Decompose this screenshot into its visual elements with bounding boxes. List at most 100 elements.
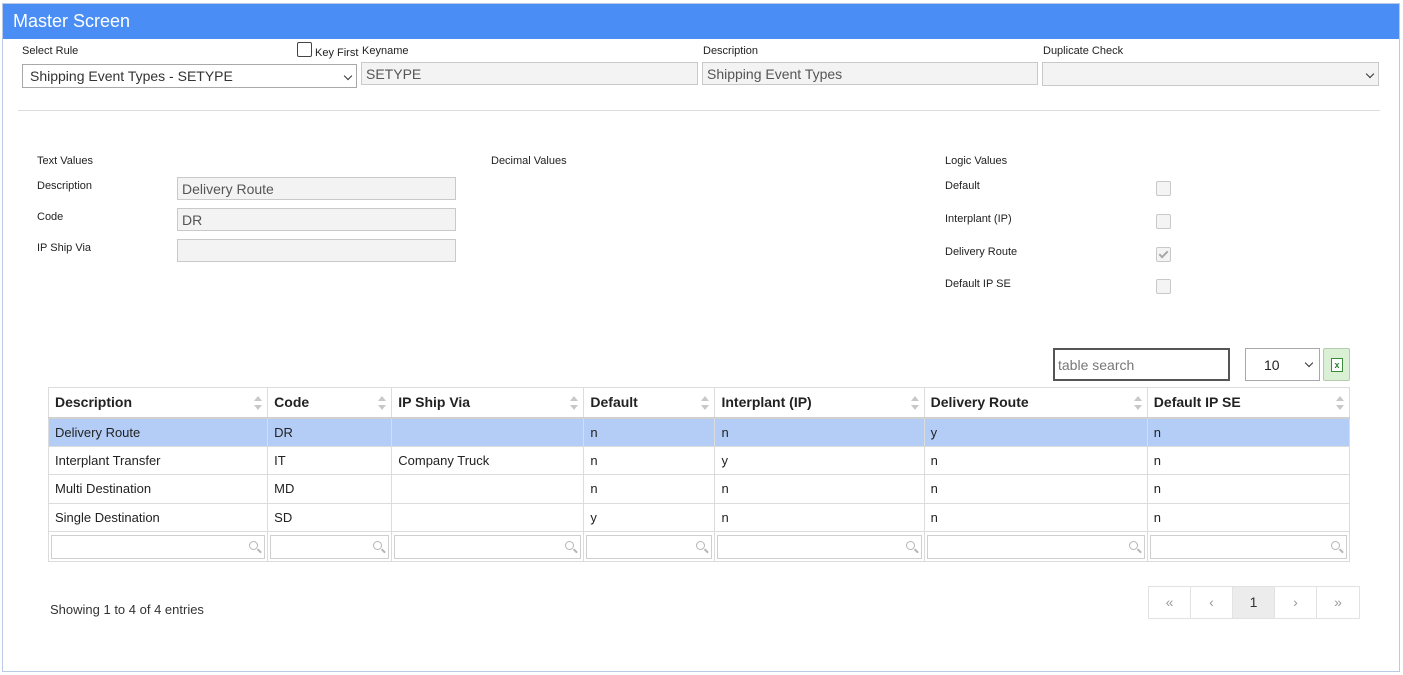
filter-ip-ship-via[interactable] <box>391 531 585 562</box>
table-cell: Interplant Transfer <box>47 445 269 475</box>
section-divider <box>18 110 1380 111</box>
page-length-value: 10 <box>1264 357 1280 373</box>
table-cell: y <box>923 417 1148 447</box>
column-header-code[interactable]: Code <box>267 387 393 419</box>
window-title: Master Screen <box>3 4 1399 39</box>
decimal-values-heading: Decimal Values <box>491 155 567 167</box>
table-header-row: Description Code IP Ship Via Default Int… <box>47 387 1351 419</box>
table-cell: Single Destination <box>47 502 269 532</box>
select-rule-dropdown[interactable]: Shipping Event Types - SETYPE <box>22 64 357 88</box>
chevron-down-icon <box>1365 69 1375 79</box>
text-description-field[interactable]: Delivery Route <box>177 177 456 200</box>
table-row[interactable]: Delivery Route DR n n y n <box>47 417 1351 447</box>
filter-default-ip-se[interactable] <box>1146 531 1351 562</box>
next-page-button[interactable]: › <box>1275 587 1317 618</box>
search-icon <box>373 540 383 550</box>
logic-delivery-route-checkbox[interactable] <box>1156 247 1171 262</box>
logic-default-ip-se-label: Default IP SE <box>945 278 1011 290</box>
description-field[interactable]: Shipping Event Types <box>702 62 1038 85</box>
key-first-checkbox[interactable] <box>297 42 312 57</box>
table-cell <box>391 502 585 532</box>
text-values-heading: Text Values <box>37 155 94 167</box>
text-ip-ship-via-field[interactable] <box>177 239 456 262</box>
table-cell <box>391 417 585 447</box>
excel-export-button[interactable]: x <box>1323 348 1350 381</box>
column-header-description[interactable]: Description <box>47 387 269 419</box>
keyname-label: Keyname <box>362 45 409 57</box>
table-cell: Multi Destination <box>47 474 269 504</box>
filter-delivery-route[interactable] <box>923 531 1148 562</box>
search-icon <box>905 540 915 550</box>
master-screen-window: Master Screen <box>2 3 1400 672</box>
table-cell: n <box>583 474 716 504</box>
column-header-interplant[interactable]: Interplant (IP) <box>714 387 925 419</box>
last-page-button[interactable]: » <box>1317 587 1359 618</box>
search-icon <box>249 540 259 550</box>
column-header-delivery-route[interactable]: Delivery Route <box>923 387 1148 419</box>
text-code-field[interactable]: DR <box>177 208 456 231</box>
duplicate-check-label: Duplicate Check <box>1043 45 1124 57</box>
select-rule-label: Select Rule <box>22 45 79 57</box>
table-cell: Company Truck <box>391 445 585 475</box>
filter-description[interactable] <box>47 531 269 562</box>
column-header-default[interactable]: Default <box>583 387 716 419</box>
logic-default-ip-se-checkbox[interactable] <box>1156 279 1171 294</box>
table-cell: MD <box>267 474 393 504</box>
duplicate-check-dropdown[interactable] <box>1042 62 1379 86</box>
table-info: Showing 1 to 4 of 4 entries <box>50 602 204 617</box>
table-cell: n <box>583 417 716 447</box>
sort-icon <box>254 396 263 410</box>
filter-default[interactable] <box>583 531 716 562</box>
table-row[interactable]: Interplant Transfer IT Company Truck n y… <box>47 445 1351 475</box>
data-table: Description Code IP Ship Via Default Int… <box>47 387 1351 562</box>
logic-delivery-route-label: Delivery Route <box>945 246 1018 258</box>
logic-default-checkbox[interactable] <box>1156 181 1171 196</box>
table-cell: y <box>714 445 925 475</box>
filter-interplant[interactable] <box>714 531 925 562</box>
table-cell: n <box>714 474 925 504</box>
table-row[interactable]: Multi Destination MD n n n n <box>47 474 1351 504</box>
table-cell: n <box>1146 474 1351 504</box>
excel-export-icon: x <box>1331 358 1343 372</box>
logic-values-heading: Logic Values <box>945 155 1008 167</box>
description-label: Description <box>703 45 759 57</box>
search-icon <box>565 540 575 550</box>
table-cell: n <box>714 417 925 447</box>
sort-icon <box>1133 396 1142 410</box>
text-code-label: Code <box>37 211 64 223</box>
first-page-button[interactable]: « <box>1149 587 1191 618</box>
table-cell: n <box>1146 502 1351 532</box>
column-header-default-ip-se[interactable]: Default IP SE <box>1146 387 1351 419</box>
search-icon <box>696 540 706 550</box>
pagination: « ‹ 1 › » <box>1148 586 1360 619</box>
page-1-button[interactable]: 1 <box>1233 587 1275 618</box>
table-cell: Delivery Route <box>47 417 269 447</box>
keyname-field[interactable]: SETYPE <box>361 62 698 85</box>
table-cell: SD <box>267 502 393 532</box>
logic-interplant-checkbox[interactable] <box>1156 214 1171 229</box>
table-cell: y <box>583 502 716 532</box>
logic-default-label: Default <box>945 180 980 192</box>
chevron-down-icon <box>343 71 353 81</box>
filter-code[interactable] <box>267 531 393 562</box>
sort-icon <box>910 396 919 410</box>
sort-icon <box>570 396 579 410</box>
table-row[interactable]: Single Destination SD y n n n <box>47 502 1351 532</box>
table-cell: n <box>923 474 1148 504</box>
table-cell: n <box>1146 445 1351 475</box>
column-header-ip-ship-via[interactable]: IP Ship Via <box>391 387 585 419</box>
select-rule-value: Shipping Event Types - SETYPE <box>30 68 233 84</box>
table-cell <box>391 474 585 504</box>
table-cell: DR <box>267 417 393 447</box>
search-icon <box>1128 540 1138 550</box>
table-cell: n <box>923 445 1148 475</box>
table-cell: n <box>583 445 716 475</box>
table-search-input[interactable]: table search <box>1053 348 1230 381</box>
chevron-down-icon <box>1304 358 1314 368</box>
page-length-select[interactable]: 10 <box>1245 348 1320 381</box>
table-cell: n <box>714 502 925 532</box>
prev-page-button[interactable]: ‹ <box>1191 587 1233 618</box>
logic-interplant-label: Interplant (IP) <box>945 213 1012 225</box>
checkmark-icon <box>1158 248 1169 259</box>
search-icon <box>1331 540 1340 550</box>
